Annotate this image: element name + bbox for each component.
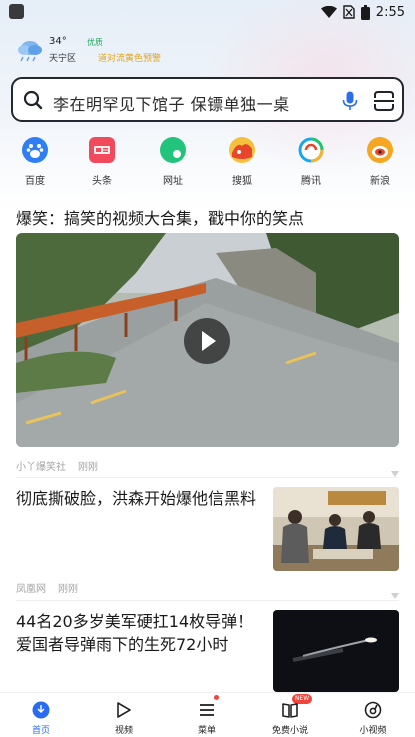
- article-title-line: 爱国者导弹雨下的生死72小时: [16, 635, 229, 654]
- shortcut-sina[interactable]: 新浪: [355, 137, 405, 187]
- notification-dot: [214, 695, 219, 700]
- shortcut-toutiao[interactable]: 头条: [77, 137, 127, 187]
- tencent-icon: [298, 137, 324, 163]
- feed-headline[interactable]: 爆笑：搞笑的视频大合集，戳中你的笑点: [16, 205, 304, 229]
- shortcut-label: 新浪: [370, 176, 390, 187]
- toutiao-icon: [89, 137, 115, 163]
- search-bar[interactable]: 李在明罕见下馆子 保镖单独一桌: [11, 77, 404, 122]
- battery-icon: [360, 4, 370, 20]
- air-quality-label: 优质: [87, 38, 103, 47]
- weather-temperature: 34°: [49, 36, 67, 47]
- tab-free-novels[interactable]: NEW 免费小说: [260, 693, 320, 737]
- shortcut-label: 搜狐: [232, 176, 252, 187]
- status-time: 2:55: [375, 4, 405, 20]
- mic-icon[interactable]: [342, 91, 358, 111]
- article-meta: 凤凰网 刚刚: [16, 580, 90, 595]
- dismiss-icon[interactable]: [391, 462, 399, 477]
- tab-video[interactable]: 视频: [94, 693, 154, 737]
- tab-label: 首页: [31, 726, 50, 736]
- article-title[interactable]: 彻底撕破脸，洪森开始爆他信黑料: [16, 487, 256, 510]
- no-sim-icon: [343, 5, 355, 19]
- tab-menu[interactable]: 菜单: [177, 693, 237, 737]
- article-source: 凤凰网: [16, 584, 46, 595]
- baidu-icon: [22, 137, 48, 163]
- shortcut-grid: 百度 头条 网址 搜狐 腾讯 新浪: [0, 137, 415, 187]
- book-icon: [281, 701, 299, 719]
- bottom-navigation: 首页 视频 菜单 NEW 免费小说 小视频: [0, 692, 415, 737]
- shortcut-label: 腾讯: [301, 176, 321, 187]
- weather-district: 天宁区: [49, 54, 77, 64]
- sohu-icon: [229, 137, 255, 163]
- feed-divider: [16, 600, 399, 601]
- play-icon[interactable]: [184, 318, 230, 364]
- tab-short-video[interactable]: 小视频: [343, 693, 403, 737]
- video-thumbnail[interactable]: [16, 233, 399, 447]
- tab-label: 免费小说: [271, 726, 308, 736]
- video-icon: [115, 701, 133, 719]
- wifi-icon: [320, 5, 337, 19]
- tab-home[interactable]: 首页: [11, 693, 71, 737]
- shortcut-url[interactable]: 网址: [148, 137, 198, 187]
- article-title-line: 彻底撕破脸，洪森开始爆他信黑料: [16, 489, 257, 508]
- article-time: 刚刚: [58, 584, 78, 595]
- scan-icon[interactable]: [373, 90, 395, 112]
- status-bar: 2:55: [0, 0, 415, 24]
- article-thumbnail[interactable]: [273, 487, 399, 571]
- weather-warning[interactable]: 道对流黄色预警: [98, 51, 161, 64]
- status-indicators: 2:55: [320, 3, 405, 21]
- feed-divider: [16, 477, 399, 478]
- shortcut-label: 百度: [25, 176, 45, 187]
- tab-label: 菜单: [197, 726, 216, 736]
- video-source: 小丫爆笑社: [16, 462, 66, 473]
- short-video-icon: [364, 701, 382, 719]
- sina-icon: [367, 137, 393, 163]
- shortcut-baidu[interactable]: 百度: [10, 137, 60, 187]
- tab-label: 视频: [114, 726, 133, 736]
- shortcut-sohu[interactable]: 搜狐: [217, 137, 267, 187]
- url-icon: [160, 137, 186, 163]
- shortcut-label: 网址: [163, 176, 183, 187]
- article-thumbnail[interactable]: [273, 610, 399, 692]
- video-meta: 小丫爆笑社 刚刚: [16, 458, 110, 473]
- cloud-weather-icon: [16, 36, 44, 62]
- article-title[interactable]: 44名20多岁美军硬扛14枚导弹！ 爱国者导弹雨下的生死72小时: [16, 610, 253, 656]
- menu-icon: [198, 701, 216, 719]
- article-title-line: 44名20多岁美军硬扛14枚导弹！: [16, 612, 254, 631]
- dismiss-icon[interactable]: [391, 584, 399, 599]
- shortcut-label: 头条: [92, 176, 112, 187]
- square-app-icon: [9, 4, 24, 19]
- shortcut-tencent[interactable]: 腾讯: [286, 137, 336, 187]
- video-time: 刚刚: [78, 462, 98, 473]
- home-icon: [32, 701, 50, 719]
- tab-label: 小视频: [359, 726, 387, 736]
- search-icon: [23, 90, 43, 110]
- search-input[interactable]: 李在明罕见下馆子 保镖单独一桌: [53, 91, 290, 115]
